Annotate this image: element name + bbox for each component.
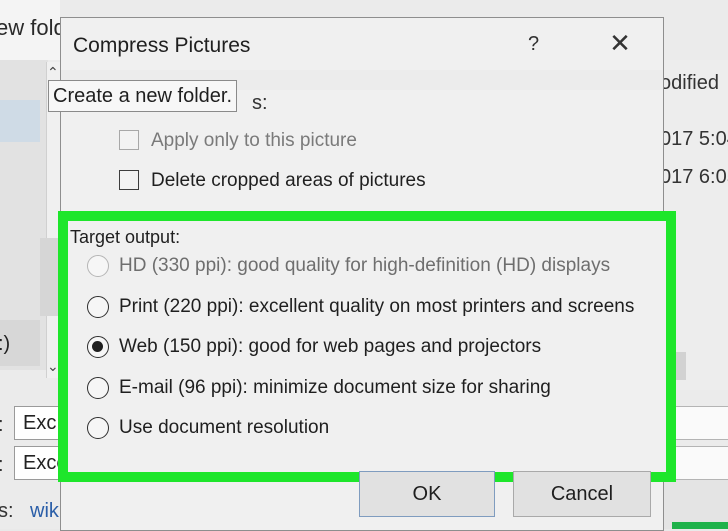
navigation-item-text: :)	[0, 333, 11, 355]
apply-only-label: Apply only to this picture	[151, 130, 357, 151]
date-modified-column-header[interactable]: odified	[660, 72, 719, 95]
print-radio[interactable]	[87, 296, 109, 318]
close-icon[interactable]: ✕	[609, 30, 631, 56]
dialog-title: Compress Pictures	[73, 34, 251, 57]
navigation-selected-item[interactable]	[0, 100, 40, 142]
background-window-title: ew fold	[0, 15, 66, 40]
file-name-label: :	[0, 414, 4, 437]
hd-radio[interactable]	[87, 255, 109, 277]
web-radio[interactable]	[87, 336, 109, 358]
file-name-value: Exc	[23, 412, 57, 434]
background-titlebar: ew fold	[0, 0, 66, 60]
document-resolution-label: Use document resolution	[119, 417, 330, 438]
document-resolution-radio[interactable]	[87, 417, 109, 439]
background-accent	[672, 522, 728, 529]
hd-label: HD (330 ppi): good quality for high-defi…	[119, 255, 611, 276]
target-output-group: Target output: HD (330 ppi): good qualit…	[58, 211, 676, 482]
authors-label: s:	[0, 500, 14, 522]
apply-only-checkbox[interactable]	[119, 130, 139, 150]
file-date: 017 5:04	[660, 128, 728, 150]
tooltip: Create a new folder.	[48, 80, 237, 112]
email-radio[interactable]	[87, 377, 109, 399]
cancel-button[interactable]: Cancel	[513, 471, 651, 517]
help-icon[interactable]: ?	[528, 33, 539, 56]
print-label: Print (220 ppi): excellent quality on mo…	[119, 296, 635, 317]
delete-cropped-label: Delete cropped areas of pictures	[151, 170, 426, 191]
scroll-down-icon[interactable]: ⌄	[47, 358, 59, 375]
authors-link[interactable]: wik	[30, 500, 59, 523]
scroll-up-icon[interactable]: ⌃	[47, 64, 59, 81]
email-label: E-mail (96 ppi): minimize document size …	[119, 377, 551, 398]
save-as-type-label: :	[0, 454, 4, 477]
tooltip-trailing-text: s:	[252, 92, 268, 114]
file-date: 017 6:05	[660, 166, 728, 188]
delete-cropped-checkbox[interactable]	[119, 170, 139, 190]
web-label: Web (150 ppi): good for web pages and pr…	[119, 336, 542, 357]
ok-button[interactable]: OK	[359, 471, 495, 517]
target-output-title: Target output:	[70, 227, 181, 247]
